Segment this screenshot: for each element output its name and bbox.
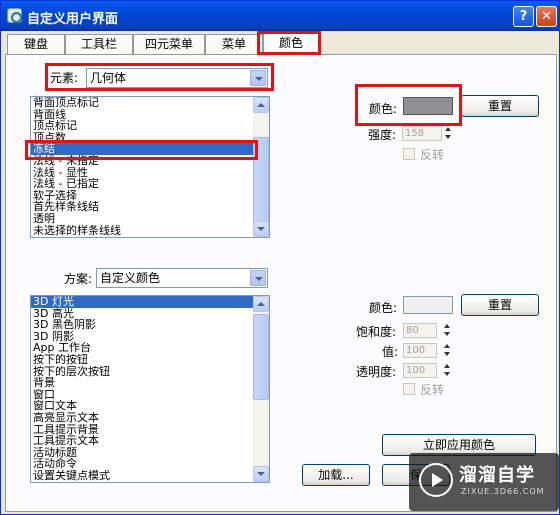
- load-button[interactable]: 加载...: [302, 464, 370, 486]
- saturation-input[interactable]: 80: [403, 323, 437, 338]
- scroll-thumb[interactable]: [253, 314, 269, 400]
- value-input[interactable]: 100: [403, 343, 437, 358]
- element-listbox[interactable]: 背面顶点标记 背面线 顶点标记 顶点数 冻结 法线 - 未指定 法线 - 显性 法线 - 已指…: [30, 96, 270, 238]
- tab-strip: 键盘 工具栏 四元菜单 菜单 颜色: [5, 32, 557, 55]
- scheme-list: 3D 灯光 3D 高光 3D 黑色阴影 3D 阴影 App 工作台 按下的按钮 按下的层次按…: [31, 296, 269, 482]
- scheme-label: 方案:: [64, 272, 93, 286]
- spinner-icon[interactable]: [443, 323, 452, 338]
- list-item[interactable]: 背面顶点标记: [31, 97, 269, 109]
- element-dropdown-value: 几何体: [90, 71, 127, 85]
- list-item[interactable]: 背面线: [31, 109, 269, 121]
- title-bar[interactable]: 自定义用户界面 ? ✕: [1, 1, 559, 31]
- invert-label-top: 反转: [420, 148, 445, 162]
- list-item[interactable]: App 工作台: [31, 342, 269, 354]
- list-item[interactable]: 高亮显示文本: [31, 412, 269, 424]
- list-item[interactable]: 透明: [31, 213, 269, 225]
- color-label-bottom: 颜色:: [369, 301, 398, 315]
- list-item[interactable]: 3D 阴影: [31, 331, 269, 343]
- scroll-down-icon[interactable]: [253, 466, 269, 482]
- list-item[interactable]: 顶点数: [31, 132, 269, 144]
- invert-checkbox-bottom[interactable]: [403, 383, 415, 395]
- scroll-thumb[interactable]: [253, 137, 269, 231]
- tab-keyboard[interactable]: 键盘: [7, 34, 65, 54]
- invert-label-bottom: 反转: [420, 383, 445, 397]
- watermark-title: 溜溜自学: [459, 465, 535, 486]
- list-item[interactable]: 活动命令: [31, 458, 269, 470]
- window-title: 自定义用户界面: [27, 12, 119, 27]
- strength-label: 强度:: [368, 128, 397, 142]
- scroll-up-icon[interactable]: [253, 296, 269, 312]
- scroll-down-icon[interactable]: [253, 221, 269, 237]
- list-item[interactable]: 软子选择: [31, 190, 269, 202]
- invert-checkbox-top[interactable]: [403, 148, 415, 160]
- list-item[interactable]: 3D 黑色阴影: [31, 319, 269, 331]
- list-item[interactable]: 冻结: [31, 143, 269, 155]
- list-item[interactable]: 未选择的样条线线: [31, 225, 269, 237]
- play-logo-icon: [419, 463, 453, 497]
- list-item[interactable]: 3D 灯光: [31, 296, 269, 308]
- list-item[interactable]: 工具提示背景: [31, 424, 269, 436]
- scheme-dropdown-value: 自定义颜色: [100, 271, 161, 285]
- list-item[interactable]: 法线 - 显性: [31, 167, 269, 179]
- transparency-input[interactable]: 100: [403, 363, 437, 378]
- scheme-listbox[interactable]: 3D 灯光 3D 高光 3D 黑色阴影 3D 阴影 App 工作台 按下的按钮 按下的层次按…: [30, 295, 270, 483]
- strength-input[interactable]: 158: [402, 126, 442, 141]
- chevron-down-icon[interactable]: [250, 270, 266, 286]
- element-list: 背面顶点标记 背面线 顶点标记 顶点数 冻结 法线 - 未指定 法线 - 显性 法线 - 已指…: [31, 97, 269, 236]
- element-dropdown[interactable]: 几何体: [86, 68, 268, 88]
- element-list-scrollbar[interactable]: [253, 97, 269, 237]
- spinner-icon[interactable]: [443, 343, 452, 358]
- list-item[interactable]: 背景: [31, 377, 269, 389]
- help-button[interactable]: ?: [513, 6, 534, 27]
- transparency-label: 透明度:: [356, 365, 397, 379]
- colors-panel: 元素: 几何体 背面顶点标记 背面线 顶点标记 顶点数 冻结 法线 - 未指定 法线 - 显…: [5, 54, 557, 512]
- list-item[interactable]: 设置关键点模式: [31, 470, 269, 482]
- saturation-label: 饱和度:: [356, 325, 397, 339]
- tab-quads[interactable]: 四元菜单: [133, 34, 205, 54]
- value-label: 值:: [382, 345, 399, 359]
- spinner-icon[interactable]: [444, 126, 453, 141]
- scheme-dropdown[interactable]: 自定义颜色: [96, 268, 268, 288]
- list-item[interactable]: 窗口文本: [31, 400, 269, 412]
- list-item[interactable]: 法线 - 已指定: [31, 178, 269, 190]
- list-item[interactable]: 顶点标记: [31, 120, 269, 132]
- list-item[interactable]: 窗口: [31, 389, 269, 401]
- tab-colors[interactable]: 颜色: [263, 32, 319, 55]
- list-item[interactable]: 按下的层次按钮: [31, 366, 269, 378]
- spinner-icon[interactable]: [443, 363, 452, 378]
- element-label: 元素:: [50, 71, 79, 85]
- reset-button-top[interactable]: 重置: [461, 95, 539, 117]
- list-item[interactable]: 3D 高光: [31, 308, 269, 320]
- list-item[interactable]: 按下的按钮: [31, 354, 269, 366]
- scroll-up-icon[interactable]: [253, 97, 269, 113]
- scheme-list-scrollbar[interactable]: [253, 296, 269, 482]
- customize-ui-window: 自定义用户界面 ? ✕ 键盘 工具栏 四元菜单 菜单 颜色 元素: 几何体 背面…: [0, 0, 560, 515]
- tab-menus[interactable]: 菜单: [205, 34, 263, 54]
- chevron-down-icon[interactable]: [250, 70, 266, 86]
- list-item[interactable]: 工具提示文本: [31, 435, 269, 447]
- app-icon: [7, 8, 22, 23]
- tab-toolbars[interactable]: 工具栏: [65, 34, 133, 54]
- list-item[interactable]: 首先样条线结: [31, 201, 269, 213]
- list-item[interactable]: 活动标题: [31, 447, 269, 459]
- watermark-url: ZIXUE.3D66.COM: [461, 487, 545, 496]
- reset-button-bottom[interactable]: 重置: [461, 294, 539, 316]
- color-swatch-bottom[interactable]: [403, 296, 453, 314]
- close-button[interactable]: ✕: [536, 6, 557, 27]
- color-swatch-top[interactable]: [403, 97, 453, 115]
- color-label-top: 颜色:: [369, 102, 398, 116]
- watermark: 溜溜自学 ZIXUE.3D66.COM: [409, 453, 559, 511]
- list-item[interactable]: 法线 - 未指定: [31, 155, 269, 167]
